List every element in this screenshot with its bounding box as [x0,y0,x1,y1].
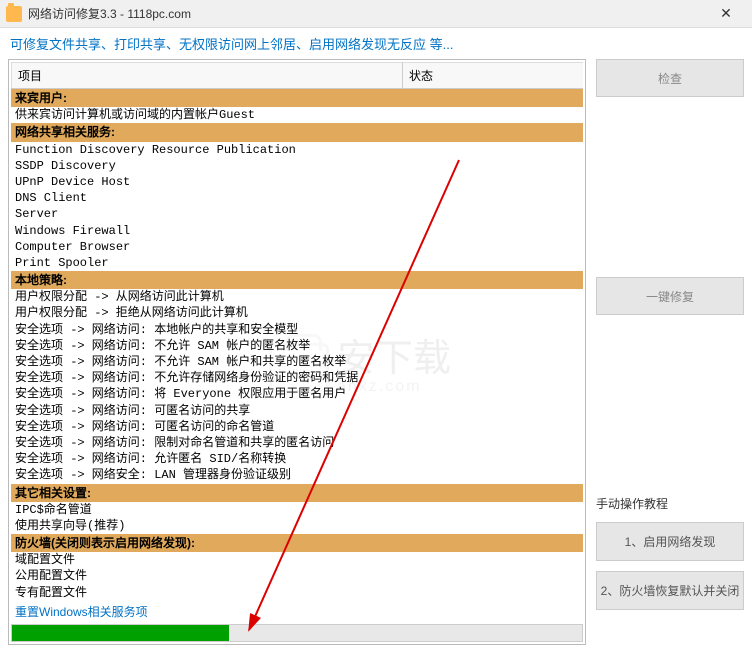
list-item[interactable]: Server [11,206,583,222]
list-item[interactable]: 安全选项 -> 网络访问: 将 Everyone 权限应用于匿名用户 [11,386,583,402]
check-button[interactable]: 检查 [596,59,744,97]
group-header: 本地策略: [11,271,583,289]
list-item[interactable]: Windows Firewall [11,223,583,239]
list-item[interactable]: 安全选项 -> 网络访问: 不允许 SAM 帐户和共享的匿名枚举 [11,354,583,370]
group-header: 防火墙(关闭则表示启用网络发现): [11,534,583,552]
tutorial-enable-discovery-button[interactable]: 1、启用网络发现 [596,522,744,561]
progress-fill [12,625,229,641]
list-item[interactable]: 使用共享向导(推荐) [11,518,583,534]
list-item[interactable]: 安全选项 -> 网络访问: 限制对命名管道和共享的匿名访问 [11,435,583,451]
list-item[interactable]: Computer Browser [11,239,583,255]
group-header: 来宾用户: [11,89,583,107]
reset-services-link[interactable]: 重置Windows相关服务项 [11,601,583,622]
list-item[interactable]: 用户权限分配 -> 拒绝从网络访问此计算机 [11,305,583,321]
list-item[interactable]: 公用配置文件 [11,568,583,584]
list-item[interactable]: 安全选项 -> 网络安全: LAN 管理器身份验证级别 [11,467,583,483]
list-item[interactable]: DNS Client [11,190,583,206]
list-item[interactable]: 安全选项 -> 网络访问: 可匿名访问的共享 [11,403,583,419]
column-project[interactable]: 项目 [11,62,403,88]
list-item[interactable]: 域配置文件 [11,552,583,568]
side-panel: 检查 一键修复 手动操作教程 1、启用网络发现 2、防火墙恢复默认并关闭 [596,59,744,645]
list-item[interactable]: 安全选项 -> 网络访问: 不允许 SAM 帐户的匿名枚举 [11,338,583,354]
list-item[interactable]: IPC$命名管道 [11,502,583,518]
list-item[interactable]: 安全选项 -> 网络访问: 本地帐户的共享和安全模型 [11,322,583,338]
list-item[interactable]: Function Discovery Resource Publication [11,142,583,158]
list-body: 来宾用户:供来宾访问计算机或访问域的内置帐户Guest网络共享相关服务:Func… [11,89,583,601]
tutorial-label: 手动操作教程 [596,495,744,512]
column-status[interactable]: 状态 [403,62,583,88]
close-icon[interactable]: ✕ [706,5,746,22]
list-item[interactable]: 用户权限分配 -> 从网络访问此计算机 [11,289,583,305]
title-bar: 网络访问修复3.3 - 1118pc.com ✕ [0,0,752,28]
list-header: 项目 状态 [11,62,583,89]
list-item[interactable]: SSDP Discovery [11,158,583,174]
list-item[interactable]: 安全选项 -> 网络访问: 可匿名访问的命名管道 [11,419,583,435]
items-panel: 项目 状态 来宾用户:供来宾访问计算机或访问域的内置帐户Guest网络共享相关服… [8,59,586,645]
tutorial-firewall-reset-button[interactable]: 2、防火墙恢复默认并关闭 [596,571,744,610]
list-item[interactable]: UPnP Device Host [11,174,583,190]
subtitle-text: 可修复文件共享、打印共享、无权限访问网上邻居、启用网络发现无反应 等... [0,28,752,59]
list-item[interactable]: 供来宾访问计算机或访问域的内置帐户Guest [11,107,583,123]
group-header: 网络共享相关服务: [11,123,583,141]
list-item[interactable]: 专有配置文件 [11,585,583,601]
window-title: 网络访问修复3.3 - 1118pc.com [28,5,191,22]
app-icon [6,6,22,22]
group-header: 其它相关设置: [11,484,583,502]
one-click-fix-button[interactable]: 一键修复 [596,277,744,315]
list-item[interactable]: 安全选项 -> 网络访问: 不允许存储网络身份验证的密码和凭据 [11,370,583,386]
list-item[interactable]: 安全选项 -> 网络访问: 允许匿名 SID/名称转换 [11,451,583,467]
progress-bar [11,624,583,642]
list-item[interactable]: Print Spooler [11,255,583,271]
